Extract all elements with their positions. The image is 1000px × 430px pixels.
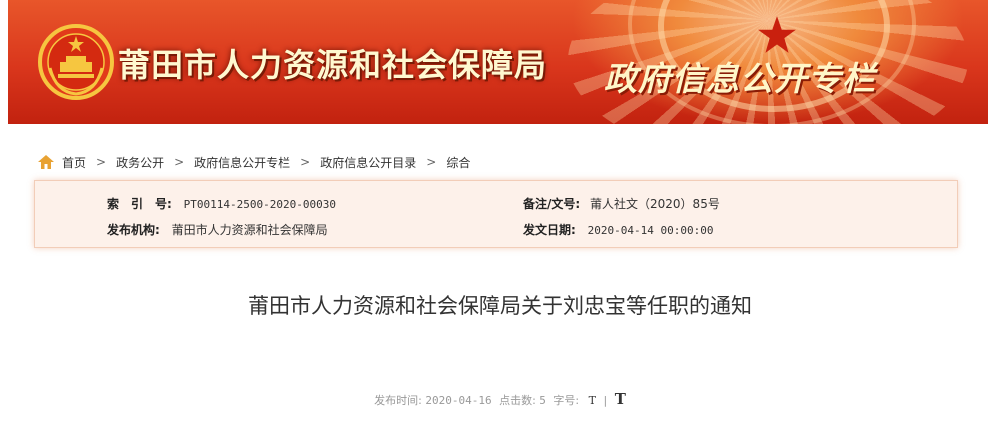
meta-date-label: 发文日期: (523, 223, 576, 237)
font-size-small-button[interactable]: T (589, 394, 596, 407)
meta-org-row: 发布机构: 莆田市人力资源和社会保障局 (107, 221, 328, 238)
font-size-large-button[interactable]: T (615, 390, 626, 408)
meta-doc-row: 备注/文号: 莆人社文（2020）85号 (523, 195, 720, 212)
breadcrumb-home-link[interactable]: 首页 (62, 154, 86, 171)
document-meta-panel: 索 引 号: PT00114-2500-2020-00030 备注/文号: 莆人… (34, 180, 958, 248)
divider: | (603, 394, 608, 407)
star-icon (758, 16, 796, 53)
header-banner: 莆田市人力资源和社会保障局 政府信息公开专栏 (8, 0, 988, 124)
meta-org-label: 发布机构: (107, 223, 160, 237)
meta-doc-value: 莆人社文（2020）85号 (590, 197, 720, 211)
font-size-label: 字号: (553, 394, 580, 407)
click-count-label: 点击数: (499, 394, 536, 407)
national-emblem-icon (38, 24, 114, 100)
breadcrumb-general-link[interactable]: 综合 (446, 154, 470, 171)
breadcrumb: 首页 > 政务公开 > 政府信息公开专栏 > 政府信息公开目录 > 综合 (38, 152, 470, 172)
meta-index-row: 索 引 号: PT00114-2500-2020-00030 (107, 195, 336, 212)
publish-time-value: 2020-04-16 (425, 394, 492, 407)
publish-time-label: 发布时间: (374, 394, 422, 407)
click-count-value: 5 (539, 394, 546, 407)
chevron-right-icon: > (174, 155, 185, 169)
home-icon (38, 155, 54, 169)
breadcrumb-info-catalog-link[interactable]: 政府信息公开目录 (320, 154, 416, 171)
chevron-right-icon: > (300, 155, 311, 169)
breadcrumb-gov-affairs-link[interactable]: 政务公开 (116, 154, 164, 171)
meta-org-value: 莆田市人力资源和社会保障局 (171, 223, 328, 237)
meta-index-value: PT00114-2500-2020-00030 (183, 198, 336, 211)
meta-index-label: 索 引 号: (107, 197, 172, 211)
chevron-right-icon: > (96, 155, 107, 169)
meta-date-row: 发文日期: 2020-04-14 00:00:00 (523, 221, 713, 238)
publish-info-bar: 发布时间: 2020-04-16 点击数: 5 字号: T | T (0, 390, 1000, 408)
breadcrumb-info-column-link[interactable]: 政府信息公开专栏 (194, 154, 290, 171)
article-title: 莆田市人力资源和社会保障局关于刘忠宝等任职的通知 (248, 294, 752, 318)
meta-date-value: 2020-04-14 00:00:00 (587, 224, 714, 237)
meta-doc-label: 备注/文号: (523, 197, 581, 211)
site-title: 莆田市人力资源和社会保障局 (118, 46, 548, 84)
column-title: 政府信息公开专栏 (604, 59, 876, 98)
chevron-right-icon: > (426, 155, 437, 169)
